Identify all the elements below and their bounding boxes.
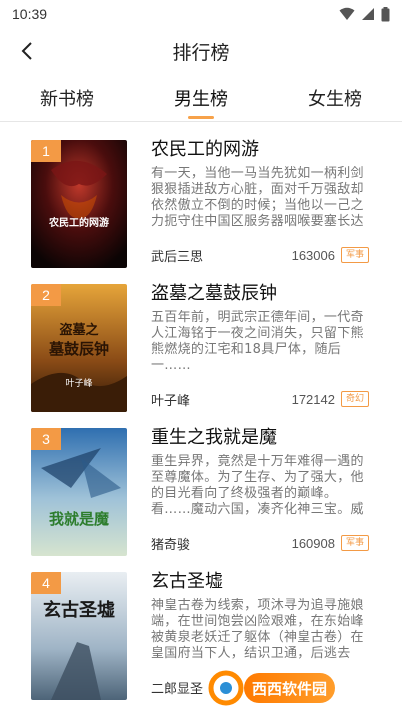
- signal-icon: [362, 8, 374, 20]
- book-count: 163006: [291, 247, 335, 263]
- cover-title: 盗墓之: [59, 322, 98, 338]
- tab-new-books[interactable]: 新书榜: [0, 74, 134, 121]
- cover-title: 玄古圣墟: [43, 599, 115, 621]
- book-count: 172142: [291, 391, 335, 407]
- book-cover[interactable]: 我就是魔 3: [31, 428, 127, 556]
- book-cover[interactable]: 盗墓之 墓鼓辰钟 叶子峰 2: [31, 284, 127, 412]
- tab-label: 男生榜: [174, 88, 228, 110]
- cover-author: 叶子峰: [65, 378, 92, 389]
- book-title: 盗墓之墓鼓辰钟: [151, 283, 277, 304]
- back-arrow-icon: [21, 42, 32, 60]
- ranking-tabs: 新书榜 男生榜 女生榜: [0, 74, 402, 122]
- page-title: 排行榜: [172, 41, 230, 64]
- book-info: 玄古圣墟 神皇古卷为线索，项沐寻为追寻施娘端，在世间饱尝凶险艰难，在东始峰被黄泉…: [151, 570, 367, 662]
- book-meta: 猪奇骏 160908 军事: [151, 534, 369, 553]
- book-description: 五百年前，明武宗正德年间，一代奇人江海铭于一夜之间消失，只留下熊熊燃烧的江宅和1…: [151, 310, 364, 373]
- list-item[interactable]: 盗墓之 墓鼓辰钟 叶子峰 2 盗墓之墓鼓辰钟 五百年前，明武宗正德年间，一代奇人…: [0, 266, 402, 412]
- tab-female[interactable]: 女生榜: [268, 74, 402, 121]
- tab-male[interactable]: 男生榜: [134, 74, 268, 121]
- status-time: 10:39: [12, 6, 48, 22]
- category-tag: 奇幻: [340, 391, 369, 407]
- wifi-icon: [339, 7, 355, 20]
- book-author: 武后三思: [151, 249, 204, 265]
- tab-label: 新书榜: [40, 88, 94, 110]
- book-cover[interactable]: 农民工的网游 1: [31, 140, 127, 268]
- book-info: 重生之我就是魔 重生异界，竟然是十万年难得一遇的至尊魔体。为了生存、为了强大，他…: [151, 426, 367, 518]
- watermark-text: 西西软件园: [244, 673, 336, 703]
- tab-label: 女生榜: [308, 88, 362, 110]
- watermark: 西西软件园: [206, 667, 384, 709]
- cover-title: 农民工的网游: [48, 216, 109, 229]
- status-icons: [339, 6, 390, 22]
- book-info: 农民工的网游 有一天，当他一马当先犹如一柄利剑狠狠插进敌方心脏，面对千万强敌却依…: [151, 138, 367, 230]
- book-author: 猪奇骏: [151, 537, 191, 553]
- watermark-logo-icon: [206, 668, 246, 708]
- book-title: 玄古圣墟: [151, 571, 223, 592]
- book-description: 神皇古卷为线索，项沐寻为追寻施娘端，在世间饱尝凶险艰难，在东始峰被黄泉老妖迁了躯…: [151, 598, 364, 661]
- back-button[interactable]: [12, 36, 42, 66]
- rank-badge: 1: [31, 140, 61, 162]
- book-cover[interactable]: 玄古圣墟 4: [31, 572, 127, 700]
- header: 排行榜: [0, 28, 402, 74]
- book-meta: 叶子峰 172142 奇幻: [151, 390, 369, 409]
- list-item[interactable]: 我就是魔 3 重生之我就是魔 重生异界，竟然是十万年难得一遇的至尊魔体。为了生存…: [0, 410, 402, 556]
- status-bar: 10:39: [0, 0, 402, 28]
- list-item[interactable]: 农民工的网游 1 农民工的网游 有一天，当他一马当先犹如一柄利剑狠狠插进敌方心脏…: [0, 122, 402, 268]
- rank-badge: 2: [31, 284, 61, 306]
- category-tag: 军事: [340, 247, 369, 263]
- rank-badge: 4: [31, 572, 61, 594]
- book-title: 农民工的网游: [151, 139, 259, 160]
- book-description: 重生异界，竟然是十万年难得一遇的至尊魔体。为了生存、为了强大，他的目光看向了终极…: [151, 454, 364, 517]
- cover-title: 墓鼓辰钟: [48, 340, 109, 358]
- book-list: 农民工的网游 1 农民工的网游 有一天，当他一马当先犹如一柄利剑狠狠插进敌方心脏…: [0, 122, 402, 700]
- book-author: 叶子峰: [151, 393, 191, 409]
- book-author: 二郎显圣: [151, 681, 204, 697]
- book-count: 160908: [291, 535, 335, 551]
- book-title: 重生之我就是魔: [151, 427, 277, 448]
- cover-title: 我就是魔: [49, 510, 109, 528]
- book-info: 盗墓之墓鼓辰钟 五百年前，明武宗正德年间，一代奇人江海铭于一夜之间消失，只留下熊…: [151, 282, 367, 374]
- battery-icon: [381, 6, 390, 21]
- tab-active-indicator: [188, 116, 214, 119]
- category-tag: 军事: [340, 535, 369, 551]
- book-meta: 武后三思 163006 军事: [151, 246, 369, 265]
- rank-badge: 3: [31, 428, 61, 450]
- book-description: 有一天，当他一马当先犹如一柄利剑狠狠插进敌方心脏，面对千万强敌却依然傲立不倒的时…: [151, 166, 364, 229]
